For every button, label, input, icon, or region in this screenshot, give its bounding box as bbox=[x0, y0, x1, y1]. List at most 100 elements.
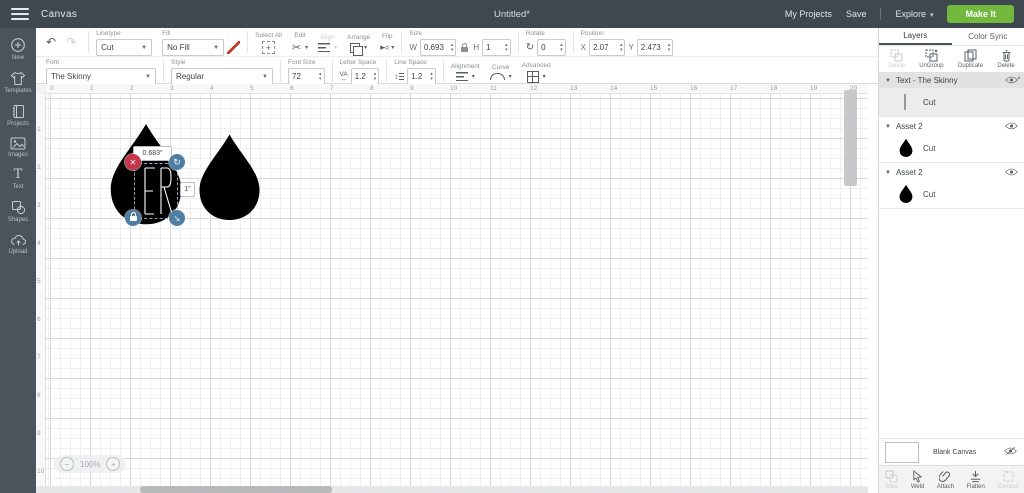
zoom-out-button[interactable]: − bbox=[60, 457, 74, 471]
tshirt-icon bbox=[10, 71, 26, 85]
chevron-down-icon[interactable]: ▼ bbox=[885, 170, 891, 176]
position-y-field[interactable]: ▴▾ bbox=[636, 39, 674, 56]
blank-canvas-thumbnail[interactable] bbox=[885, 441, 919, 463]
delete-button[interactable]: Delete bbox=[997, 49, 1015, 69]
explore-menu[interactable]: Explore ▾ bbox=[895, 9, 933, 19]
tab-layers[interactable]: Layers bbox=[879, 28, 952, 45]
width-stepper[interactable]: ▴ ▾ bbox=[451, 43, 454, 52]
scroll-up-icon[interactable]: ▲ bbox=[1016, 75, 1022, 81]
save-link[interactable]: Save bbox=[846, 9, 867, 19]
ungroup-button[interactable]: UnGroup bbox=[919, 49, 944, 69]
canvas-area[interactable]: 0 1 2 3 4 5 6 7 8 9 10 11 12 13 14 15 16 17 18 19 20 1234567… bbox=[36, 84, 868, 493]
eye-icon[interactable] bbox=[1005, 168, 1018, 178]
teardrop-shape-2[interactable] bbox=[192, 125, 267, 231]
linetype-select[interactable]: Cut ▼ bbox=[96, 39, 153, 56]
curve-menu-button[interactable]: Curve ▾ bbox=[485, 57, 517, 85]
lock-handle[interactable] bbox=[125, 210, 141, 226]
width-field[interactable]: ▴▾ bbox=[419, 39, 457, 56]
fill-select[interactable]: No Fill ▼ bbox=[162, 39, 225, 56]
scissors-icon: ✂ bbox=[291, 42, 302, 54]
position-y-stepper[interactable]: ▴ ▾ bbox=[668, 43, 671, 52]
position-x-field[interactable]: ▴▾ bbox=[588, 39, 626, 56]
duplicate-button[interactable]: Duplicate bbox=[958, 49, 983, 69]
select-all-button[interactable]: Select All + bbox=[250, 28, 287, 56]
chevron-down-icon: ▾ bbox=[471, 74, 475, 80]
zoom-in-button[interactable]: + bbox=[106, 457, 121, 471]
weld-button[interactable]: Weld bbox=[911, 469, 924, 490]
ruler-number: 6 bbox=[290, 85, 294, 92]
edit-menu-button[interactable]: Edit ✂ ▾ bbox=[287, 28, 313, 56]
ruler-number: 8 bbox=[370, 85, 374, 92]
flip-menu-button[interactable]: Flip ▸◃ ▾ bbox=[375, 28, 399, 56]
position-x-stepper[interactable]: ▴ ▾ bbox=[620, 43, 623, 52]
horizontal-scrollbar-track[interactable] bbox=[36, 486, 868, 493]
resize-handle[interactable]: ↘ bbox=[169, 210, 185, 226]
select-all-icon: + bbox=[262, 41, 275, 54]
font-select[interactable]: The Skinny ▼ bbox=[46, 68, 156, 85]
group-button[interactable]: Group bbox=[888, 49, 905, 69]
height-stepper[interactable]: ▴ ▾ bbox=[505, 43, 508, 52]
sidebar-item-projects[interactable]: Projects bbox=[0, 104, 36, 127]
sidebar-item-text[interactable]: T Text bbox=[0, 168, 36, 191]
ruler-number: 3 bbox=[37, 202, 41, 209]
arrange-menu-button[interactable]: Arrange ▾ bbox=[342, 28, 375, 56]
letter-space-stepper[interactable]: ▴ ▾ bbox=[374, 72, 377, 81]
slice-button[interactable]: Slice bbox=[885, 470, 898, 490]
lock-icon bbox=[129, 211, 137, 221]
layer-header-asset2b[interactable]: ▼ Asset 2 bbox=[879, 165, 1024, 180]
align-menu-button[interactable]: Align ▾ bbox=[313, 28, 342, 56]
layer-row-asset2a-cut[interactable]: Cut bbox=[879, 134, 1024, 162]
chevron-down-icon[interactable]: ▼ bbox=[885, 124, 891, 130]
tab-color-sync[interactable]: Color Sync bbox=[952, 28, 1024, 45]
hamburger-icon[interactable] bbox=[11, 8, 29, 20]
eye-slash-icon[interactable] bbox=[1004, 443, 1017, 461]
sidebar-item-images[interactable]: Images bbox=[0, 137, 36, 158]
chevron-down-icon[interactable]: ▼ bbox=[885, 78, 891, 84]
rotate-field[interactable]: ▴▾ bbox=[537, 39, 566, 56]
weld-icon bbox=[913, 469, 923, 483]
layer-header-asset2a[interactable]: ▼ Asset 2 bbox=[879, 119, 1024, 134]
vertical-scrollbar[interactable] bbox=[844, 90, 857, 186]
line-space-stepper[interactable]: ▴ ▾ bbox=[430, 72, 433, 81]
layer-header-text[interactable]: ▼ Text - The Skinny bbox=[879, 73, 1024, 88]
rotate-stepper[interactable]: ▴ ▾ bbox=[560, 43, 563, 52]
redo-icon[interactable]: ↷ bbox=[66, 35, 76, 49]
height-field[interactable]: ▴▾ bbox=[482, 39, 511, 56]
advanced-menu-button[interactable]: Advanced ▾ bbox=[517, 57, 556, 85]
app-root: Canvas Untitled* My Projects Save Explor… bbox=[0, 0, 1024, 493]
style-select[interactable]: Regular ▼ bbox=[171, 68, 273, 85]
sidebar-item-templates[interactable]: Templates bbox=[0, 71, 36, 94]
sidebar-item-new[interactable]: New bbox=[0, 37, 36, 61]
my-projects-link[interactable]: My Projects bbox=[785, 9, 832, 19]
line-space-group: Line Space ↕ ▴▾ bbox=[389, 57, 441, 85]
eye-icon[interactable] bbox=[1005, 122, 1018, 132]
ruler-number: 2 bbox=[130, 85, 134, 92]
font-size-stepper[interactable]: ▴ ▾ bbox=[319, 72, 322, 81]
new-plus-icon bbox=[11, 38, 25, 52]
flatten-button[interactable]: Flatten bbox=[966, 470, 985, 490]
letter-space-field[interactable]: ▴▾ bbox=[350, 68, 380, 85]
resize-arrow-icon: ↘ bbox=[173, 213, 181, 223]
rotate-icon: ↻ bbox=[525, 42, 535, 53]
ruler-number: 5 bbox=[250, 85, 254, 92]
attach-button[interactable]: Attach bbox=[937, 470, 954, 490]
alignment-menu-button[interactable]: Alignment ▾ bbox=[446, 57, 485, 85]
lock-icon[interactable] bbox=[461, 43, 469, 52]
ruler-number: 10 bbox=[37, 468, 45, 475]
sidebar-item-upload[interactable]: Upload bbox=[0, 233, 36, 255]
sidebar-item-shapes[interactable]: Shapes bbox=[0, 200, 36, 223]
undo-icon[interactable]: ↶ bbox=[46, 35, 56, 49]
contour-button[interactable]: Contour bbox=[997, 470, 1019, 490]
delete-handle[interactable]: ✕ bbox=[125, 154, 141, 170]
rotate-handle[interactable]: ↻ bbox=[169, 154, 185, 170]
horizontal-scrollbar-thumb[interactable] bbox=[140, 486, 332, 493]
font-size-field[interactable]: ▴▾ bbox=[288, 68, 325, 85]
layer-actions-bar: Slice Weld Attach Flatten Contour bbox=[879, 465, 1024, 493]
layer-row-asset2b-cut[interactable]: Cut bbox=[879, 180, 1024, 208]
ruler-number: 6 bbox=[37, 316, 41, 323]
line-space-field[interactable]: ▴▾ bbox=[407, 68, 436, 85]
layer-row-text-cut[interactable]: Cut bbox=[879, 88, 1024, 116]
make-it-button[interactable]: Make It bbox=[947, 5, 1014, 23]
pen-color-icon[interactable] bbox=[227, 41, 241, 54]
blank-canvas-row[interactable]: Blank Canvas bbox=[879, 438, 1024, 465]
